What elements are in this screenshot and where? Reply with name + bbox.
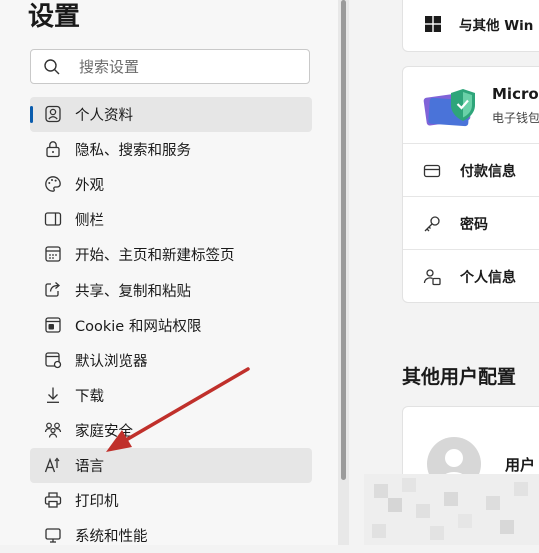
sidebar-item-label: 默认浏览器: [75, 353, 148, 370]
sync-card[interactable]: 与其他 Win: [402, 0, 539, 52]
settings-nav: 个人资料 隐私、搜索和服务 外观 侧栏 开始、主页和新建标签页 共享、复制和粘贴…: [30, 97, 312, 553]
home-page-icon: [45, 246, 61, 263]
sync-label: 与其他 Win: [459, 18, 534, 34]
windows-icon: [425, 16, 441, 32]
sidebar-item-privacy[interactable]: 隐私、搜索和服务: [30, 132, 312, 167]
browser-icon: [45, 352, 62, 368]
sidebar-item-cookies[interactable]: Cookie 和网站权限: [30, 308, 312, 343]
search-icon: [44, 59, 60, 75]
sidebar-item-label: Cookie 和网站权限: [75, 318, 202, 335]
share-icon: [45, 282, 60, 298]
wallet-title: Micros: [492, 85, 539, 103]
payment-info-row[interactable]: 付款信息: [403, 143, 539, 197]
sidebar-item-label: 隐私、搜索和服务: [75, 143, 191, 160]
sidebar-item-share[interactable]: 共享、复制和粘贴: [30, 272, 312, 307]
person-info-icon: [423, 269, 441, 286]
sidebar-item-label: 共享、复制和粘贴: [75, 283, 191, 300]
profile-icon: [45, 105, 61, 123]
row-label: 密码: [460, 217, 488, 233]
passwords-row[interactable]: 密码: [403, 196, 539, 250]
cookie-icon: [45, 316, 61, 333]
sidebar-item-sidebar[interactable]: 侧栏: [30, 202, 312, 237]
scrollbar-thumb[interactable]: [341, 0, 346, 480]
sidebar-item-languages[interactable]: 语言: [30, 447, 312, 484]
sidebar-item-label: 外观: [75, 178, 104, 195]
sidebar-item-label: 个人资料: [75, 108, 133, 125]
family-icon: [44, 422, 62, 438]
lock-icon: [46, 141, 60, 158]
wallet-card: Micros 电子钱包 付款信息 密码 个人信息: [402, 66, 539, 303]
sidebar-item-appearance[interactable]: 外观: [30, 167, 312, 202]
sidebar-item-profile[interactable]: 个人资料: [30, 97, 312, 133]
sidebar-item-label: 语言: [75, 458, 104, 475]
main-content: 与其他 Win Micros 电子钱包 付款信息 密码: [349, 0, 539, 545]
system-icon: [45, 528, 61, 543]
sidebar-item-label: 侧栏: [75, 213, 104, 230]
printer-icon: [44, 492, 62, 508]
user-label: 用户: [505, 456, 536, 474]
sidebar-item-label: 开始、主页和新建标签页: [75, 248, 235, 265]
wallet-illustration: [423, 89, 475, 127]
card-icon: [423, 164, 441, 178]
section-title: 其他用户配置: [402, 366, 517, 388]
sidebar-item-family-safety[interactable]: 家庭安全: [30, 413, 312, 448]
sidebar-item-start-home[interactable]: 开始、主页和新建标签页: [30, 237, 312, 272]
search-box[interactable]: [30, 49, 310, 84]
sidebar-item-label: 系统和性能: [75, 529, 148, 546]
sidebar-item-downloads[interactable]: 下载: [30, 378, 312, 413]
page-title: 设置: [28, 2, 81, 32]
pixelated-overlay: [364, 474, 539, 545]
row-label: 付款信息: [460, 164, 516, 180]
sidebar-item-default-browser[interactable]: 默认浏览器: [30, 343, 312, 378]
palette-icon: [45, 176, 61, 193]
key-icon: [424, 216, 440, 232]
language-icon: [44, 457, 60, 473]
settings-sidebar: 设置 个人资料 隐私、搜索和服务: [0, 0, 338, 545]
sidebar-icon: [44, 212, 62, 226]
search-input[interactable]: [79, 50, 299, 83]
sidebar-item-system[interactable]: 系统和性能: [30, 518, 312, 553]
sidebar-item-label: 打印机: [75, 494, 119, 511]
download-icon: [47, 387, 59, 403]
row-label: 个人信息: [460, 270, 516, 286]
wallet-subtitle: 电子钱包: [492, 111, 539, 125]
sidebar-item-printers[interactable]: 打印机: [30, 483, 312, 518]
sidebar-item-label: 家庭安全: [75, 423, 133, 440]
personal-info-row[interactable]: 个人信息: [403, 249, 539, 303]
sidebar-item-label: 下载: [75, 388, 104, 405]
